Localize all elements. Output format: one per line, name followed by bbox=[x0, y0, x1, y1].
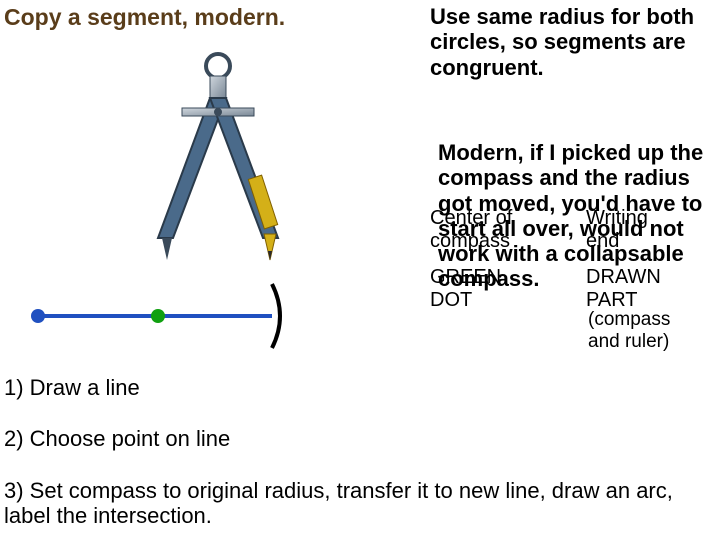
label-green: GREEN bbox=[430, 266, 501, 289]
page-title: Copy a segment, modern. bbox=[4, 4, 285, 31]
label-writing: Writing bbox=[586, 207, 648, 230]
note-compass: (compass bbox=[588, 309, 670, 331]
note-ruler: and ruler) bbox=[588, 331, 669, 353]
step-2: 2) Choose point on line bbox=[4, 426, 230, 452]
label-dot: DOT bbox=[430, 289, 472, 312]
step-3: 3) Set compass to original radius, trans… bbox=[4, 478, 704, 529]
label-center-of: Center of bbox=[430, 207, 512, 230]
instruction-radius: Use same radius for both circles, so seg… bbox=[430, 4, 710, 80]
label-end: end bbox=[586, 230, 619, 253]
label-compass: compass bbox=[430, 230, 510, 253]
compass-illustration bbox=[128, 38, 308, 268]
step-1: 1) Draw a line bbox=[4, 375, 140, 401]
line-figure bbox=[30, 276, 310, 356]
label-drawn: DRAWN bbox=[586, 266, 661, 289]
